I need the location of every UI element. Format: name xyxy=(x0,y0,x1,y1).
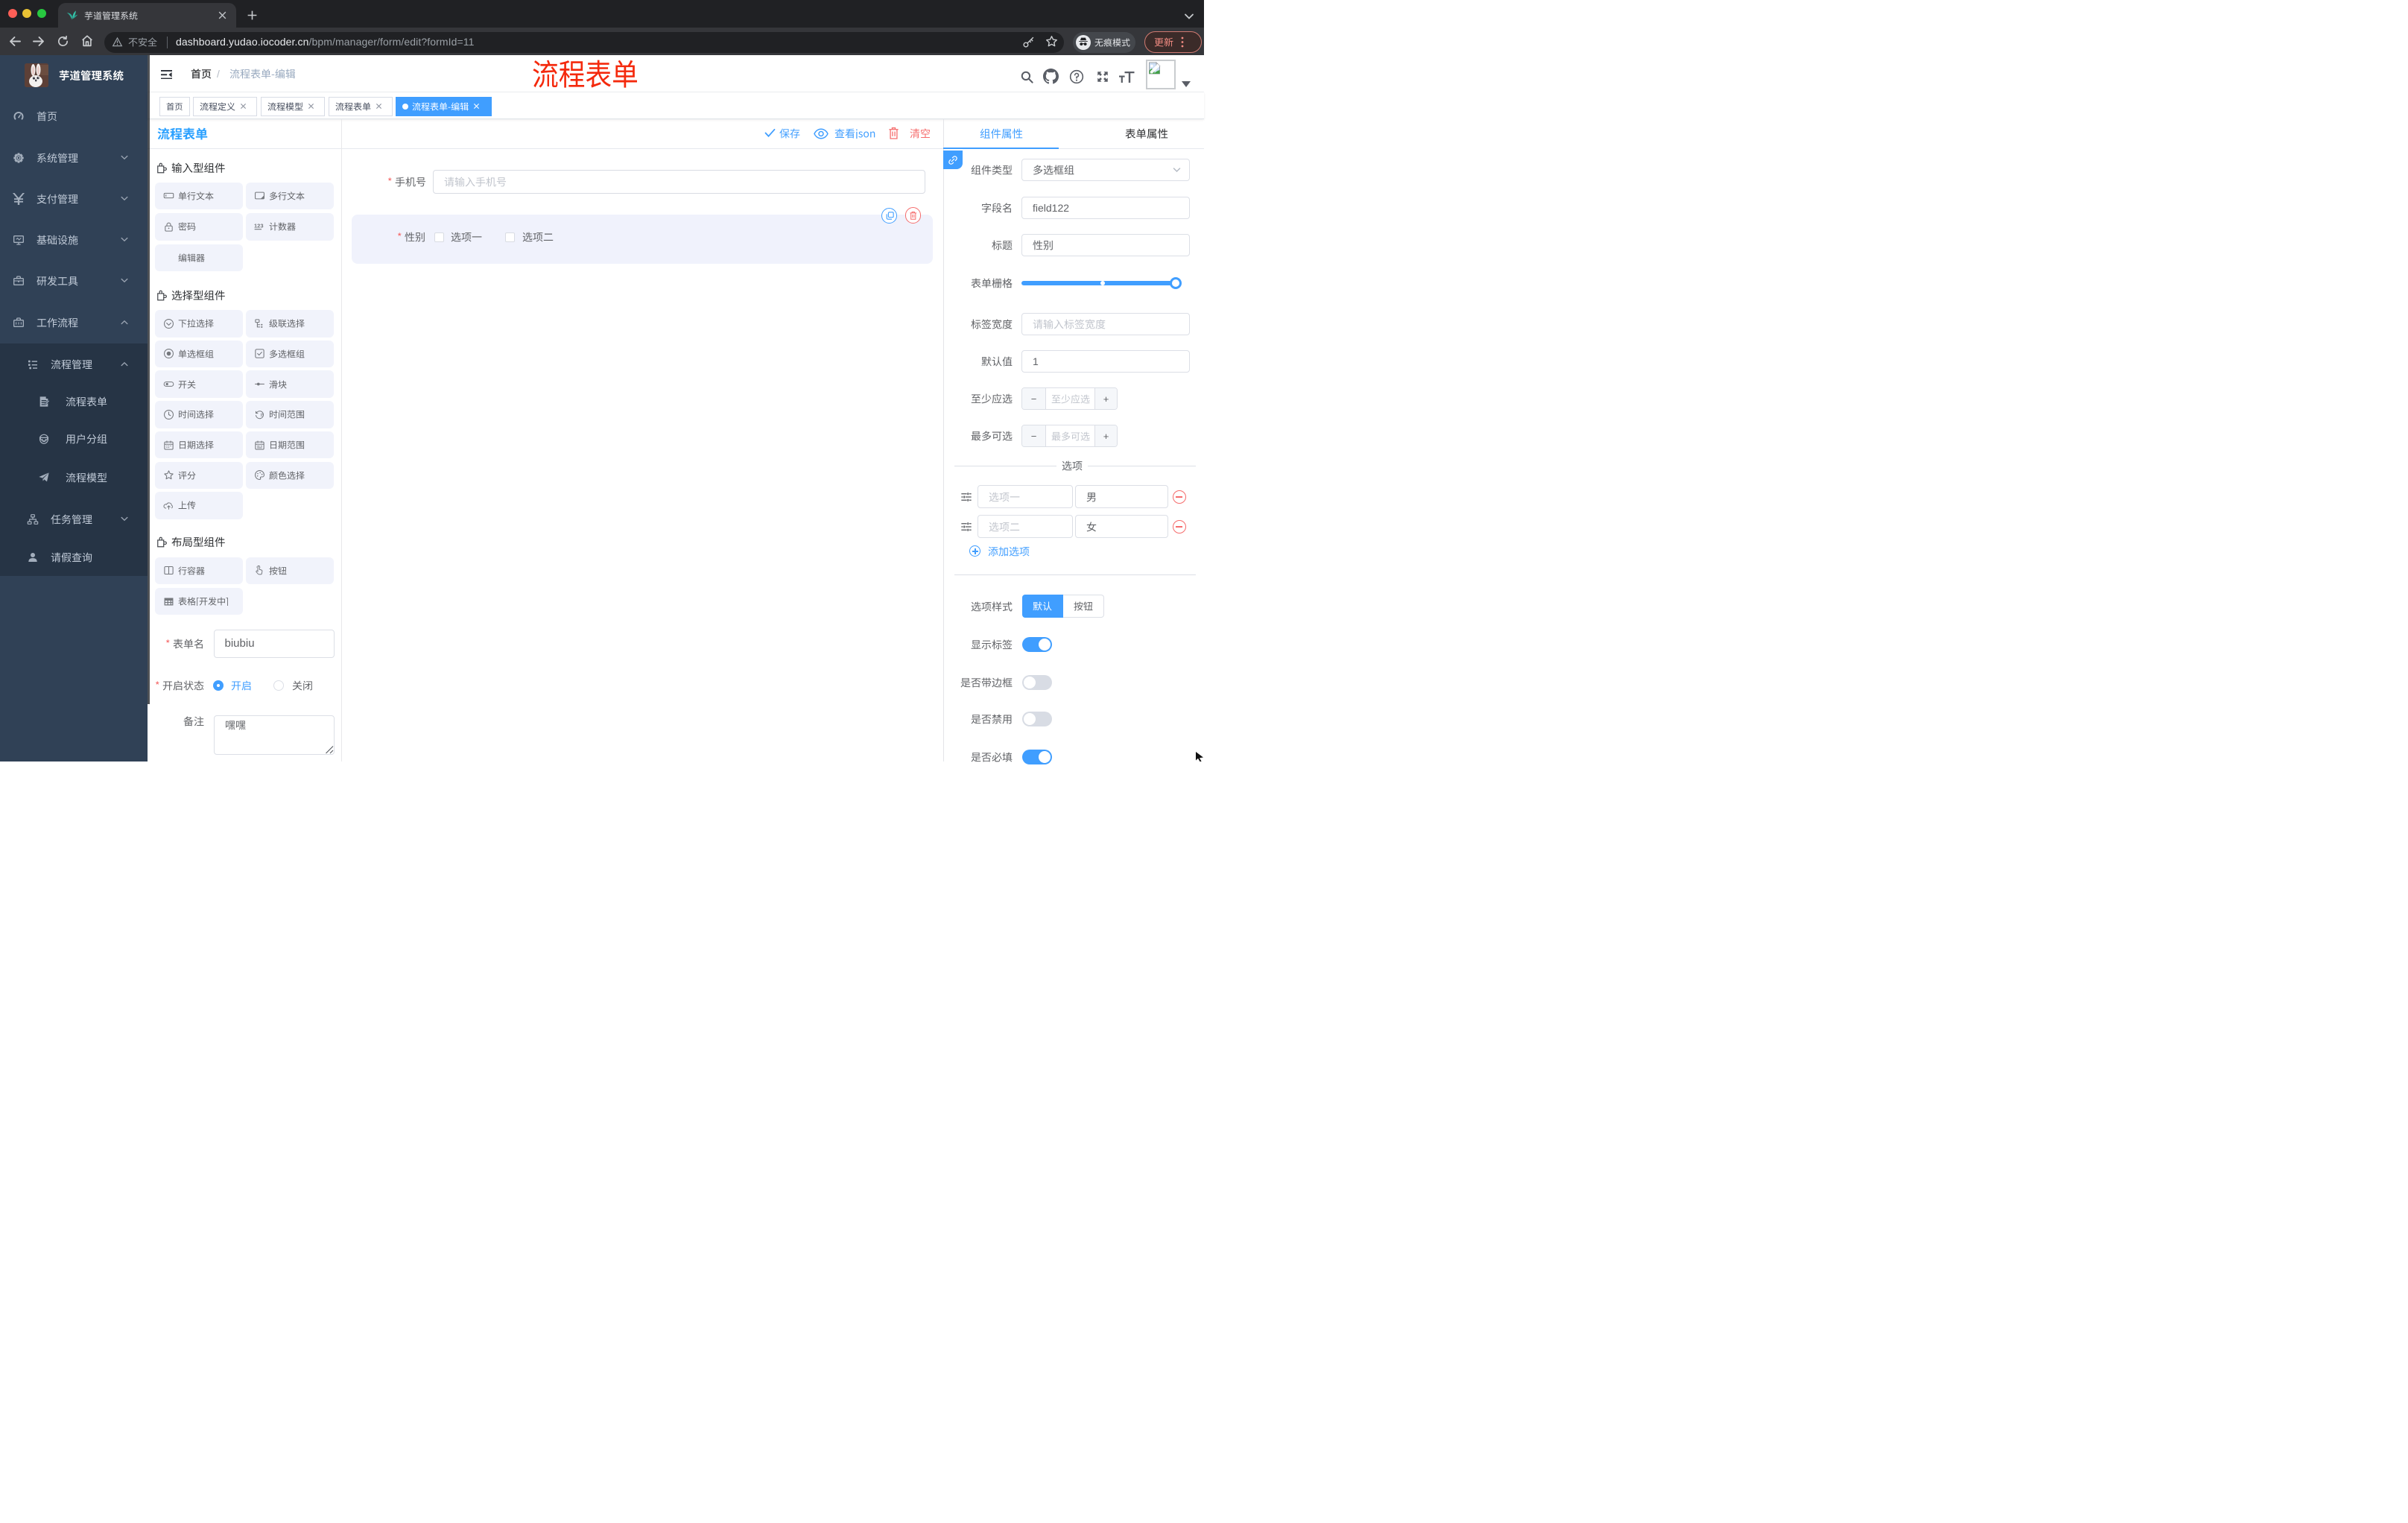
svg-text:123: 123 xyxy=(254,223,264,229)
